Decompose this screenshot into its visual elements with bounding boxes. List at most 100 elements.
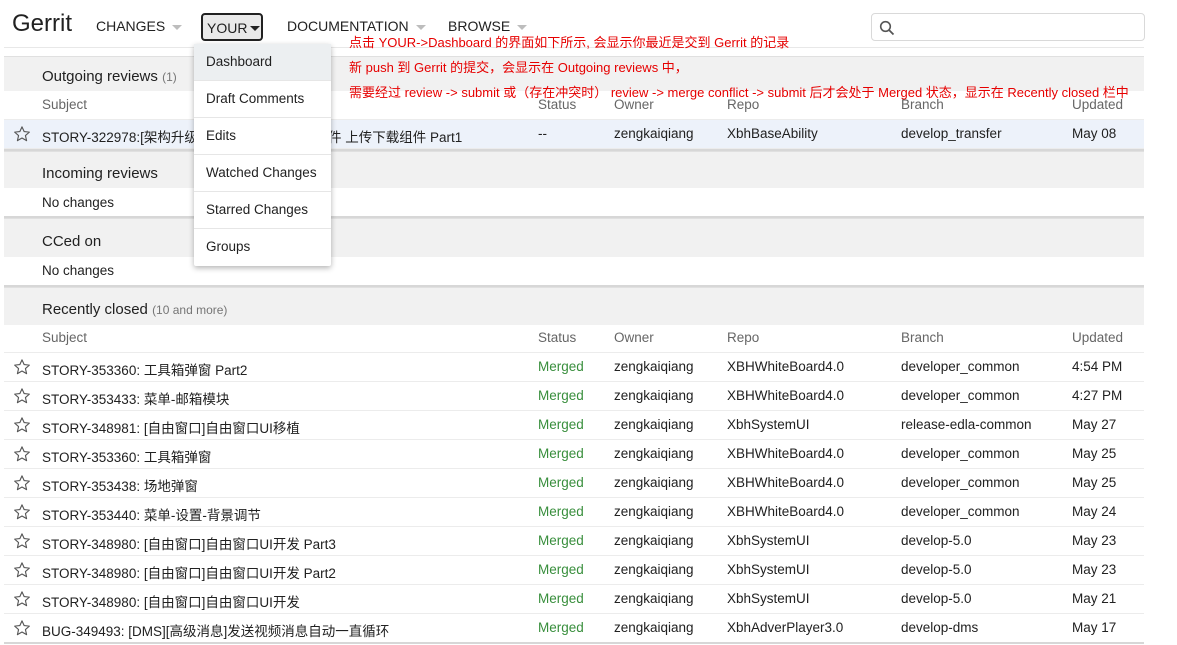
status: Merged: [538, 359, 584, 374]
branch[interactable]: developer_common: [901, 359, 1020, 374]
branch[interactable]: developer_common: [901, 446, 1020, 461]
updated: May 25: [1072, 475, 1117, 490]
table-row[interactable]: STORY-353433: 菜单-邮箱模块 Merged zengkaiqian…: [4, 382, 1144, 411]
branch[interactable]: develop_transfer: [901, 126, 1002, 141]
star-icon[interactable]: [13, 503, 31, 524]
section-title: Recently closed (10 and more): [42, 301, 227, 318]
status: Merged: [538, 504, 584, 519]
menu-item-starred-changes[interactable]: Starred Changes: [194, 192, 331, 229]
status: Merged: [538, 417, 584, 432]
subject-link[interactable]: STORY-353440: 菜单-设置-背景调节: [42, 504, 261, 524]
menu-item-draft-comments[interactable]: Draft Comments: [194, 81, 331, 118]
owner[interactable]: zengkaiqiang: [614, 591, 694, 606]
repo[interactable]: XbhBaseAbility: [727, 126, 818, 141]
menu-item-label: Watched Changes: [206, 165, 317, 180]
subject-link[interactable]: STORY-353433: 菜单-邮箱模块: [42, 388, 229, 408]
repo[interactable]: XbhSystemUI: [727, 417, 810, 432]
table-row[interactable]: STORY-348980: [自由窗口]自由窗口UI开发 Merged zeng…: [4, 585, 1144, 614]
menu-item-watched-changes[interactable]: Watched Changes: [194, 155, 331, 192]
subject-link[interactable]: STORY-348980: [自由窗口]自由窗口UI开发: [42, 591, 300, 611]
star-icon[interactable]: [13, 532, 31, 553]
branch[interactable]: developer_common: [901, 388, 1020, 403]
subject-link[interactable]: STORY-322978:[架构升级: [42, 126, 198, 146]
star-icon[interactable]: [13, 619, 31, 640]
owner[interactable]: zengkaiqiang: [614, 475, 694, 490]
owner[interactable]: zengkaiqiang: [614, 620, 694, 635]
branch[interactable]: develop-5.0: [901, 591, 972, 606]
col-repo: Repo: [727, 330, 760, 345]
table-row[interactable]: STORY-353438: 场地弹窗 Merged zengkaiqiang X…: [4, 469, 1144, 498]
section-divider: [4, 642, 1144, 644]
section-title: Outgoing reviews (1): [42, 68, 177, 85]
col-branch: Branch: [901, 330, 944, 345]
repo[interactable]: XbhSystemUI: [727, 591, 810, 606]
branch[interactable]: develop-dms: [901, 620, 978, 635]
table-row[interactable]: STORY-348981: [自由窗口]自由窗口UI移植 Merged zeng…: [4, 411, 1144, 440]
repo[interactable]: XBHWhiteBoard4.0: [727, 446, 844, 461]
owner[interactable]: zengkaiqiang: [614, 126, 694, 141]
owner[interactable]: zengkaiqiang: [614, 359, 694, 374]
menu-item-dashboard[interactable]: Dashboard: [194, 44, 331, 81]
owner[interactable]: zengkaiqiang: [614, 446, 694, 461]
star-icon[interactable]: [13, 474, 31, 495]
subject-link[interactable]: STORY-353360: 工具箱弹窗 Part2: [42, 359, 247, 379]
star-icon[interactable]: [13, 561, 31, 582]
section-incoming-header: Incoming reviews: [4, 151, 1144, 188]
branch[interactable]: develop-5.0: [901, 533, 972, 548]
chevron-down-icon: [172, 24, 183, 30]
menu-item-label: Dashboard: [206, 54, 273, 69]
table-row[interactable]: STORY-353360: 工具箱弹窗 Part2 Merged zengkai…: [4, 353, 1144, 382]
col-updated: Updated: [1072, 330, 1124, 345]
table-row[interactable]: STORY-353360: 工具箱弹窗 Merged zengkaiqiang …: [4, 440, 1144, 469]
nav-changes[interactable]: CHANGES: [96, 18, 183, 34]
owner[interactable]: zengkaiqiang: [614, 388, 694, 403]
subject-link[interactable]: STORY-348980: [自由窗口]自由窗口UI开发 Part3: [42, 533, 336, 553]
updated: May 08: [1072, 126, 1117, 141]
branch[interactable]: develop-5.0: [901, 562, 972, 577]
star-icon[interactable]: [13, 387, 31, 408]
outgoing-title: Outgoing reviews: [42, 68, 158, 85]
updated: May 25: [1072, 446, 1117, 461]
owner[interactable]: zengkaiqiang: [614, 562, 694, 577]
subject-link[interactable]: STORY-353438: 场地弹窗: [42, 475, 198, 495]
repo[interactable]: XBHWhiteBoard4.0: [727, 359, 844, 374]
star-icon[interactable]: [13, 416, 31, 437]
repo[interactable]: XbhAdverPlayer3.0: [727, 620, 843, 635]
annotation-note: 新 push 到 Gerrit 的提交，会显示在 Outgoing review…: [349, 60, 688, 75]
subject-link[interactable]: STORY-353360: 工具箱弹窗: [42, 446, 211, 466]
star-icon[interactable]: [13, 590, 31, 611]
table-row[interactable]: BUG-349493: [DMS][高级消息]发送视频消息自动一直循环 Merg…: [4, 614, 1144, 643]
branch[interactable]: developer_common: [901, 504, 1020, 519]
nav-your[interactable]: YOUR: [201, 13, 263, 41]
star-icon[interactable]: [13, 445, 31, 466]
table-row[interactable]: STORY-348980: [自由窗口]自由窗口UI开发 Part2 Merge…: [4, 556, 1144, 585]
branch[interactable]: release-edla-common: [901, 417, 1032, 432]
subject-link[interactable]: STORY-348980: [自由窗口]自由窗口UI开发 Part2: [42, 562, 336, 582]
search-input[interactable]: [871, 13, 1145, 41]
annotation-note: 需要经过 review -> submit 或（存在冲突时） review ->…: [349, 85, 1129, 100]
gerrit-logo[interactable]: Gerrit: [12, 10, 72, 38]
repo[interactable]: XBHWhiteBoard4.0: [727, 388, 844, 403]
owner[interactable]: zengkaiqiang: [614, 417, 694, 432]
star-icon[interactable]: [13, 358, 31, 379]
incoming-title: Incoming reviews: [42, 165, 158, 182]
repo[interactable]: XbhSystemUI: [727, 533, 810, 548]
menu-item-groups[interactable]: Groups: [194, 229, 331, 266]
table-row[interactable]: STORY-322978:[架构升级 共组件 上传下载组件 Part1 -- z…: [4, 120, 1144, 149]
menu-item-edits[interactable]: Edits: [194, 118, 331, 155]
column-header-row: Subject Status Owner Repo Branch Updated: [4, 324, 1144, 353]
table-row[interactable]: STORY-353440: 菜单-设置-背景调节 Merged zengkaiq…: [4, 498, 1144, 527]
subject-link[interactable]: BUG-349493: [DMS][高级消息]发送视频消息自动一直循环: [42, 620, 389, 640]
repo[interactable]: XBHWhiteBoard4.0: [727, 504, 844, 519]
table-row[interactable]: STORY-348980: [自由窗口]自由窗口UI开发 Part3 Merge…: [4, 527, 1144, 556]
nav-changes-label: CHANGES: [96, 18, 166, 34]
star-icon[interactable]: [13, 125, 31, 146]
status: Merged: [538, 446, 584, 461]
subject-link[interactable]: STORY-348981: [自由窗口]自由窗口UI移植: [42, 417, 300, 437]
repo[interactable]: XbhSystemUI: [727, 562, 810, 577]
branch[interactable]: developer_common: [901, 475, 1020, 490]
owner[interactable]: zengkaiqiang: [614, 533, 694, 548]
owner[interactable]: zengkaiqiang: [614, 504, 694, 519]
repo[interactable]: XBHWhiteBoard4.0: [727, 475, 844, 490]
updated: 4:27 PM: [1072, 388, 1123, 403]
